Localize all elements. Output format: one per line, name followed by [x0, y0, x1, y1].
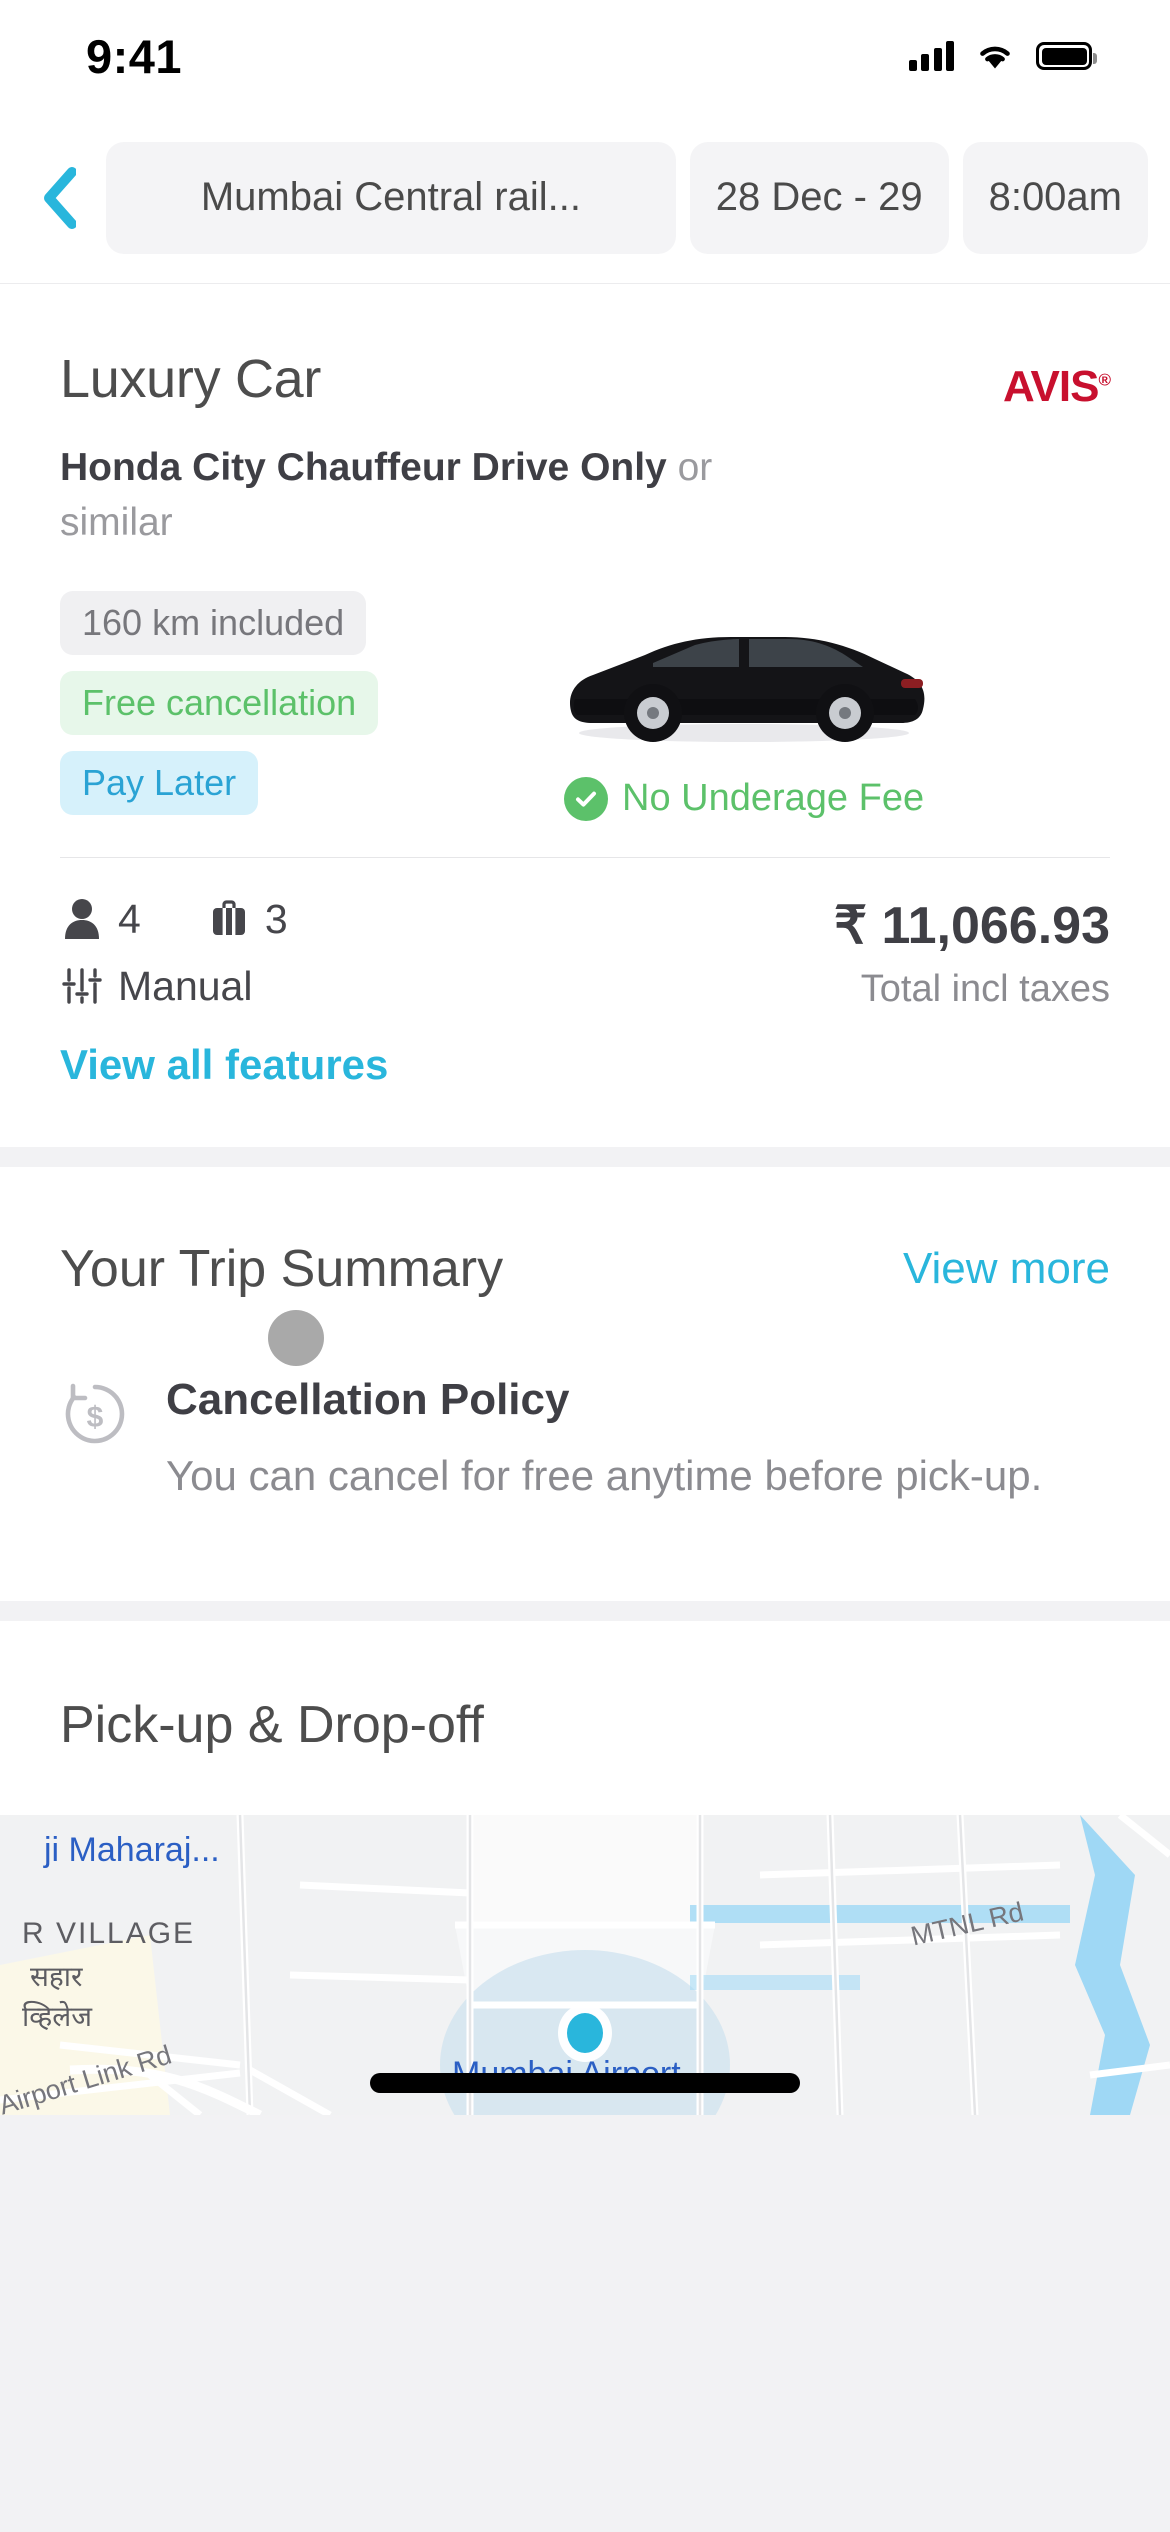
view-all-features-link[interactable]: View all features — [60, 1041, 388, 1089]
cancellation-policy-body: You can cancel for free anytime before p… — [166, 1451, 1043, 1499]
pickup-dropoff-title: Pick-up & Drop-off — [60, 1695, 484, 1754]
person-icon — [60, 897, 104, 941]
view-more-link[interactable]: View more — [903, 1244, 1110, 1294]
map-label-village-hi: सहार — [30, 1960, 83, 1992]
no-underage-fee-label: No Underage Fee — [622, 777, 925, 820]
signal-bars-icon — [908, 41, 954, 71]
section-gap-2 — [0, 1600, 1170, 1621]
car-specs-row: 4 3 Manual ₹ 11,066.93 Total incl taxes — [60, 896, 1110, 1011]
total-price: ₹ 11,066.93 — [834, 896, 1110, 955]
wifi-icon — [980, 46, 1010, 69]
cancellation-policy-title: Cancellation Policy — [166, 1374, 570, 1424]
suitcase-icon — [207, 897, 251, 941]
bag-capacity: 3 — [207, 896, 288, 943]
search-header: Mumbai Central rail... 28 Dec - 29 8:00a… — [0, 112, 1170, 284]
car-model-line: Honda City Chauffeur Drive Only or simil… — [60, 440, 780, 551]
pickup-map[interactable]: ji Maharaj... R VILLAGE सहार व्हिलेज Air… — [0, 1814, 1170, 2115]
passenger-capacity: 4 — [60, 896, 141, 943]
sliders-icon — [60, 964, 104, 1008]
transmission-type: Manual — [60, 963, 288, 1010]
car-specs-left: 4 3 Manual — [60, 896, 288, 1010]
mouse-cursor-indicator — [268, 1310, 324, 1366]
car-card-header: Luxury Car AVIS® — [60, 348, 1111, 412]
trip-summary-header: Your Trip Summary View more — [60, 1239, 1110, 1299]
section-gap — [0, 1146, 1170, 1167]
pickup-dropoff-section: Pick-up & Drop-off ji Maharaj... R VILLA… — [0, 1620, 1170, 2115]
search-dates-field[interactable]: 28 Dec - 29 — [689, 141, 949, 254]
home-indicator — [370, 2072, 800, 2093]
bag-count: 3 — [264, 895, 288, 942]
card-divider — [60, 856, 1110, 858]
pickup-location-marker[interactable] — [567, 2012, 603, 2053]
svg-text:$: $ — [87, 1401, 104, 1434]
supplier-logo-avis: AVIS® — [1003, 348, 1111, 412]
badge-cancellation: Free cancellation — [60, 670, 379, 735]
capacity-row: 4 3 — [60, 896, 288, 943]
car-card-middle: 160 km included Free cancellation Pay La… — [60, 590, 1110, 821]
cancellation-policy-text: Cancellation Policy You can cancel for f… — [166, 1375, 1110, 1505]
car-category-title: Luxury Car — [60, 349, 322, 409]
map-label-village-en: R VILLAGE — [22, 1916, 196, 1950]
chevron-left-icon — [44, 166, 76, 229]
search-time-value: 8:00am — [988, 175, 1122, 219]
badge-pay-later: Pay Later — [60, 750, 259, 815]
search-dates-value: 28 Dec - 29 — [715, 175, 923, 219]
refund-clock-icon: $ — [60, 1375, 132, 1447]
passenger-count: 4 — [118, 895, 141, 942]
trademark-symbol: ® — [1098, 370, 1110, 390]
trip-summary-title: Your Trip Summary — [60, 1239, 504, 1298]
car-photo — [570, 636, 925, 742]
status-bar: 9:41 — [0, 0, 1170, 112]
search-location-value: Mumbai Central rail... — [200, 175, 581, 219]
cancellation-policy-block: $ Cancellation Policy You can cancel for… — [60, 1375, 1110, 1505]
supplier-logo-text: AVIS — [1003, 362, 1099, 411]
battery-icon — [1036, 42, 1097, 70]
car-model-name: Honda City Chauffeur Drive Only — [60, 446, 667, 489]
status-bar-indicators — [908, 41, 1097, 71]
check-circle-icon — [564, 776, 609, 821]
search-time-field[interactable]: 8:00am — [962, 141, 1148, 254]
map-label-poi: ji Maharaj... — [44, 1830, 220, 1869]
status-bar-time: 9:41 — [86, 29, 183, 83]
car-offer-card[interactable]: Luxury Car AVIS® Honda City Chauffeur Dr… — [0, 284, 1170, 1366]
car-image-column: No Underage Fee — [378, 591, 1110, 821]
transmission-label: Manual — [118, 962, 253, 1009]
badge-mileage: 160 km included — [60, 590, 367, 655]
price-block: ₹ 11,066.93 Total incl taxes — [834, 896, 1110, 1011]
trip-summary-section: Your Trip Summary View more $ Cancellati… — [0, 1166, 1170, 1601]
map-label-village-hi-2: व्हिलेज — [22, 2000, 92, 2032]
back-button[interactable] — [26, 160, 92, 236]
car-badge-list: 160 km included Free cancellation Pay La… — [60, 590, 379, 821]
search-location-field[interactable]: Mumbai Central rail... — [106, 141, 676, 254]
total-price-caption: Total incl taxes — [860, 967, 1110, 1010]
no-underage-fee-row: No Underage Fee — [564, 776, 925, 821]
